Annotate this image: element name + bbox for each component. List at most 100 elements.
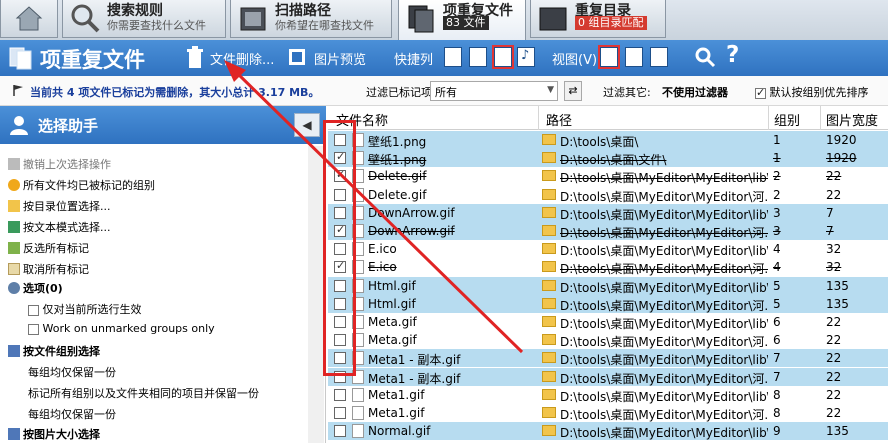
group-number: 2 bbox=[773, 187, 781, 202]
select-by-text-item[interactable]: 按文本模式选择... bbox=[8, 219, 111, 235]
column-header-group[interactable]: 组别 bbox=[774, 110, 800, 129]
file-name: DownArrow.gif bbox=[368, 205, 455, 220]
panel-scrollbar[interactable] bbox=[308, 146, 324, 443]
table-row[interactable]: DownArrow.gif D:\tools\桌面\MyEditor\MyEdit… bbox=[328, 203, 888, 222]
refresh-filter-button[interactable]: ⇄ bbox=[564, 81, 582, 101]
selection-assistant-panel: 选择助手 ◀ 撤销上次选择操作 所有文件均已被标记的组别 按目录位置选择... … bbox=[0, 106, 326, 443]
folder-icon bbox=[542, 297, 556, 309]
unmarked-groups-only-checkbox[interactable] bbox=[28, 323, 39, 335]
column-window-icon[interactable] bbox=[469, 47, 487, 67]
column-music-icon[interactable]: ♪ bbox=[517, 47, 535, 67]
search-icon[interactable] bbox=[694, 46, 716, 68]
tab-search-rules[interactable]: 搜索规则 你需要查找什么文件 bbox=[62, 0, 226, 38]
prefer-group-sort-checkbox[interactable] bbox=[755, 86, 766, 99]
view-list-icon[interactable] bbox=[625, 47, 643, 67]
table-row[interactable]: 壁纸1.png D:\tools\桌面\ 1 1920 bbox=[328, 131, 888, 149]
column-image-icon[interactable] bbox=[492, 45, 514, 69]
folder-icon bbox=[542, 152, 556, 164]
group-number: 8 bbox=[773, 406, 781, 420]
column-header-width[interactable]: 图片宽度 bbox=[826, 110, 878, 129]
current-rows-only-option[interactable]: 仅对当前所选行生效 bbox=[28, 301, 142, 317]
image-width: 7 bbox=[826, 205, 834, 220]
folder-icon bbox=[542, 134, 556, 145]
mark-same-folder-item[interactable]: 标记所有组别以及文件夹相同的项目并保留一份 bbox=[28, 385, 259, 401]
options-icon bbox=[8, 282, 20, 294]
unmarked-groups-only-option[interactable]: Work on unmarked groups only bbox=[28, 322, 215, 335]
view-tiles-icon[interactable] bbox=[650, 47, 668, 67]
tab-scan-paths[interactable]: 扫描路径 你希望在哪查找文件 bbox=[230, 0, 392, 38]
column-separator[interactable] bbox=[768, 106, 769, 130]
image-width: 135 bbox=[826, 278, 849, 293]
trash-icon[interactable] bbox=[186, 46, 204, 70]
table-row[interactable]: Meta1 - 副本.gif D:\tools\桌面\MyEditor\MyEdi… bbox=[328, 349, 888, 368]
table-row[interactable]: 壁纸1.png D:\tools\桌面\文件\ 1 1920 bbox=[328, 149, 888, 168]
tab-duplicate-dirs[interactable]: 重复目录 0 组目录匹配 bbox=[530, 0, 666, 38]
table-row[interactable]: Delete.gif D:\tools\桌面\MyEditor\MyEditor\… bbox=[328, 167, 888, 186]
flag-icon bbox=[13, 85, 23, 96]
file-path: D:\tools\桌面\MyEditor\MyEditor\lib\ bbox=[560, 426, 768, 441]
group-number: 9 bbox=[773, 424, 781, 439]
view-details-icon[interactable] bbox=[598, 45, 620, 69]
text-pattern-icon bbox=[8, 221, 20, 233]
table-row[interactable]: Delete.gif D:\tools\桌面\MyEditor\MyEditor\… bbox=[328, 185, 888, 204]
current-rows-only-checkbox[interactable] bbox=[28, 304, 39, 316]
column-separator[interactable] bbox=[538, 106, 539, 130]
table-row[interactable]: Meta1.gif D:\tools\桌面\MyEditor\MyEditor\河… bbox=[328, 404, 888, 422]
image-width: 135 bbox=[826, 424, 849, 439]
table-row[interactable]: Meta.gif D:\tools\桌面\MyEditor\MyEditor\li… bbox=[328, 313, 888, 331]
select-by-image-size-section[interactable]: 按图片大小选择 bbox=[8, 426, 100, 442]
filter-marked-select[interactable]: 所有 ▼ bbox=[430, 81, 558, 101]
duplicate-folders-icon bbox=[539, 7, 567, 31]
table-row[interactable]: DownArrow.gif D:\tools\桌面\MyEditor\MyEdit… bbox=[328, 222, 888, 240]
duplicate-files-grid: 文件名称 路径 组别 图片宽度 壁纸1.png D:\tools\桌面\ 1 1920… bbox=[328, 106, 888, 443]
file-name: Delete.gif bbox=[368, 187, 427, 202]
row-checkbox[interactable] bbox=[334, 407, 346, 419]
row-checkbox[interactable] bbox=[334, 425, 346, 438]
column-grid-icon[interactable] bbox=[444, 47, 462, 67]
image-width: 22 bbox=[826, 351, 842, 366]
file-name: Normal.gif bbox=[368, 424, 431, 439]
folder-icon bbox=[542, 370, 556, 382]
all-marked-groups-item[interactable]: 所有文件均已被标记的组别 bbox=[8, 177, 155, 193]
table-row[interactable]: Html.gif D:\tools\桌面\MyEditor\MyEditor\河.… bbox=[328, 294, 888, 313]
image-width: 22 bbox=[826, 369, 842, 384]
prefer-group-sort-label: 默认按组别优先排序 bbox=[769, 86, 869, 99]
table-row[interactable]: Meta1.gif D:\tools\桌面\MyEditor\MyEditor\l… bbox=[328, 385, 888, 404]
table-row[interactable]: E.ico D:\tools\桌面\MyEditor\MyEditor\河... 4… bbox=[328, 258, 888, 277]
folder-icon bbox=[542, 261, 556, 273]
filter-other-value[interactable]: 不使用过滤器 bbox=[662, 84, 728, 100]
table-row[interactable]: Meta1 - 副本.gif D:\tools\桌面\MyEditor\MyEdi… bbox=[328, 367, 888, 386]
table-row[interactable]: Html.gif D:\tools\桌面\MyEditor\MyEditor\li… bbox=[328, 276, 888, 295]
collapse-panel-button[interactable]: ◀ bbox=[294, 113, 320, 137]
clear-marks-item[interactable]: 取消所有标记 bbox=[8, 261, 89, 277]
table-row[interactable]: E.ico D:\tools\桌面\MyEditor\MyEditor\lib\ 4… bbox=[328, 240, 888, 259]
table-row[interactable]: Meta.gif D:\tools\桌面\MyEditor\MyEditor\河.… bbox=[328, 331, 888, 350]
invert-marks-item[interactable]: 反选所有标记 bbox=[8, 240, 89, 256]
undo-selection-item[interactable]: 撤销上次选择操作 bbox=[8, 156, 111, 172]
select-by-folder-item[interactable]: 按目录位置选择... bbox=[8, 198, 111, 214]
tab-home[interactable] bbox=[0, 0, 58, 38]
row-checkbox[interactable] bbox=[334, 388, 346, 401]
file-name: Meta.gif bbox=[368, 315, 417, 329]
file-path: D:\tools\桌面\MyEditor\MyEditor\lib\ bbox=[560, 280, 768, 295]
folder-icon bbox=[542, 407, 556, 418]
delete-files-button[interactable]: 文件删除... bbox=[210, 49, 274, 68]
table-row[interactable]: Normal.gif D:\tools\桌面\MyEditor\MyEditor\… bbox=[328, 422, 888, 441]
image-preview-icon[interactable] bbox=[288, 48, 306, 66]
keep-one-per-group-item-2[interactable]: 每组均仅保留一份 bbox=[28, 406, 116, 422]
column-separator[interactable] bbox=[820, 106, 821, 130]
file-name: Meta1 - 副本.gif bbox=[368, 371, 461, 386]
folder-icon bbox=[542, 188, 556, 200]
image-preview-button[interactable]: 图片预览 bbox=[314, 49, 366, 68]
options-section[interactable]: 选项(0) bbox=[8, 280, 63, 296]
select-by-group-section[interactable]: 按文件组别选择 bbox=[8, 343, 100, 359]
help-icon[interactable]: ? bbox=[726, 42, 739, 68]
column-header-path[interactable]: 路径 bbox=[546, 110, 572, 129]
file-path: D:\tools\桌面\MyEditor\MyEditor\河... bbox=[560, 226, 768, 240]
image-width: 1920 bbox=[826, 133, 857, 147]
tab-duplicate-files[interactable]: 项重复文件 83 文件 bbox=[398, 0, 526, 40]
file-name: Html.gif bbox=[368, 278, 416, 293]
view-menu[interactable]: 视图(V) bbox=[552, 49, 597, 68]
file-name: Delete.gif bbox=[368, 169, 427, 184]
keep-one-per-group-item[interactable]: 每组均仅保留一份 bbox=[28, 364, 116, 380]
